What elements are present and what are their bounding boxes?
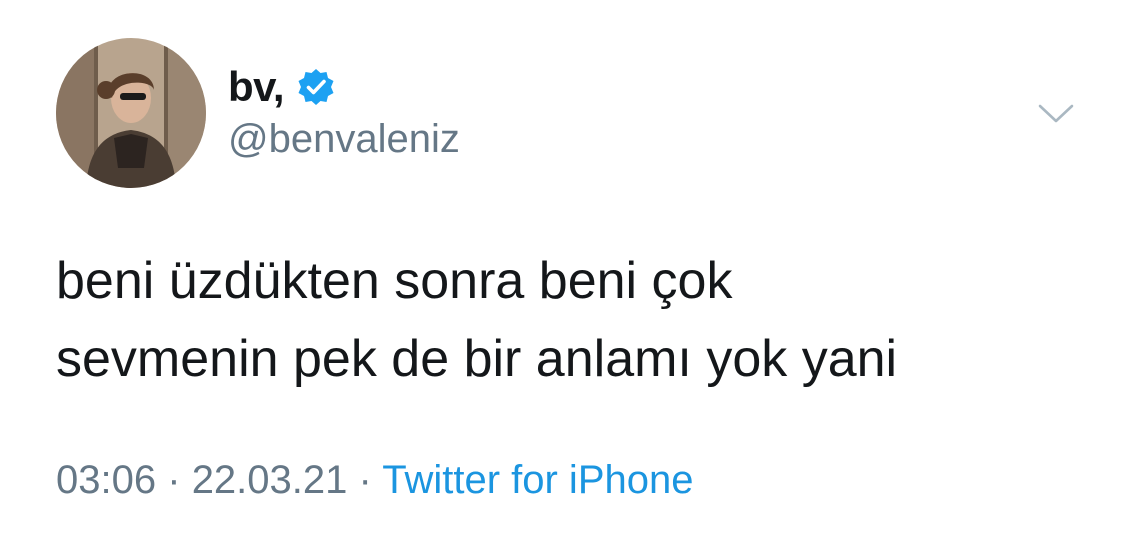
tweet-date[interactable]: 22.03.21	[192, 458, 348, 502]
meta-separator: ·	[167, 458, 181, 502]
tweet-card: bv, @benvaleniz beni üzdükten sonra beni…	[0, 0, 1125, 541]
profile-photo	[56, 38, 206, 188]
tweet-text-line-2: sevmenin pek de bir anlamı yok yani	[56, 330, 898, 388]
tweet-text-line-1: beni üzdükten sonra beni çok	[56, 252, 733, 310]
user-name-row: bv,	[228, 62, 336, 112]
tweet-meta: 03:06 · 22.03.21 · Twitter for iPhone	[56, 458, 693, 503]
user-handle[interactable]: @benvaleniz	[228, 117, 460, 162]
tweet-text: beni üzdükten sonra beni çok sevmenin pe…	[56, 242, 1096, 398]
tweet-source-link[interactable]: Twitter for iPhone	[382, 458, 693, 502]
tweet-time[interactable]: 03:06	[56, 458, 156, 502]
meta-separator: ·	[358, 458, 372, 502]
avatar[interactable]	[56, 38, 206, 188]
display-name[interactable]: bv,	[228, 63, 285, 111]
verified-badge-icon	[296, 67, 336, 107]
chevron-down-icon[interactable]	[1036, 100, 1076, 128]
